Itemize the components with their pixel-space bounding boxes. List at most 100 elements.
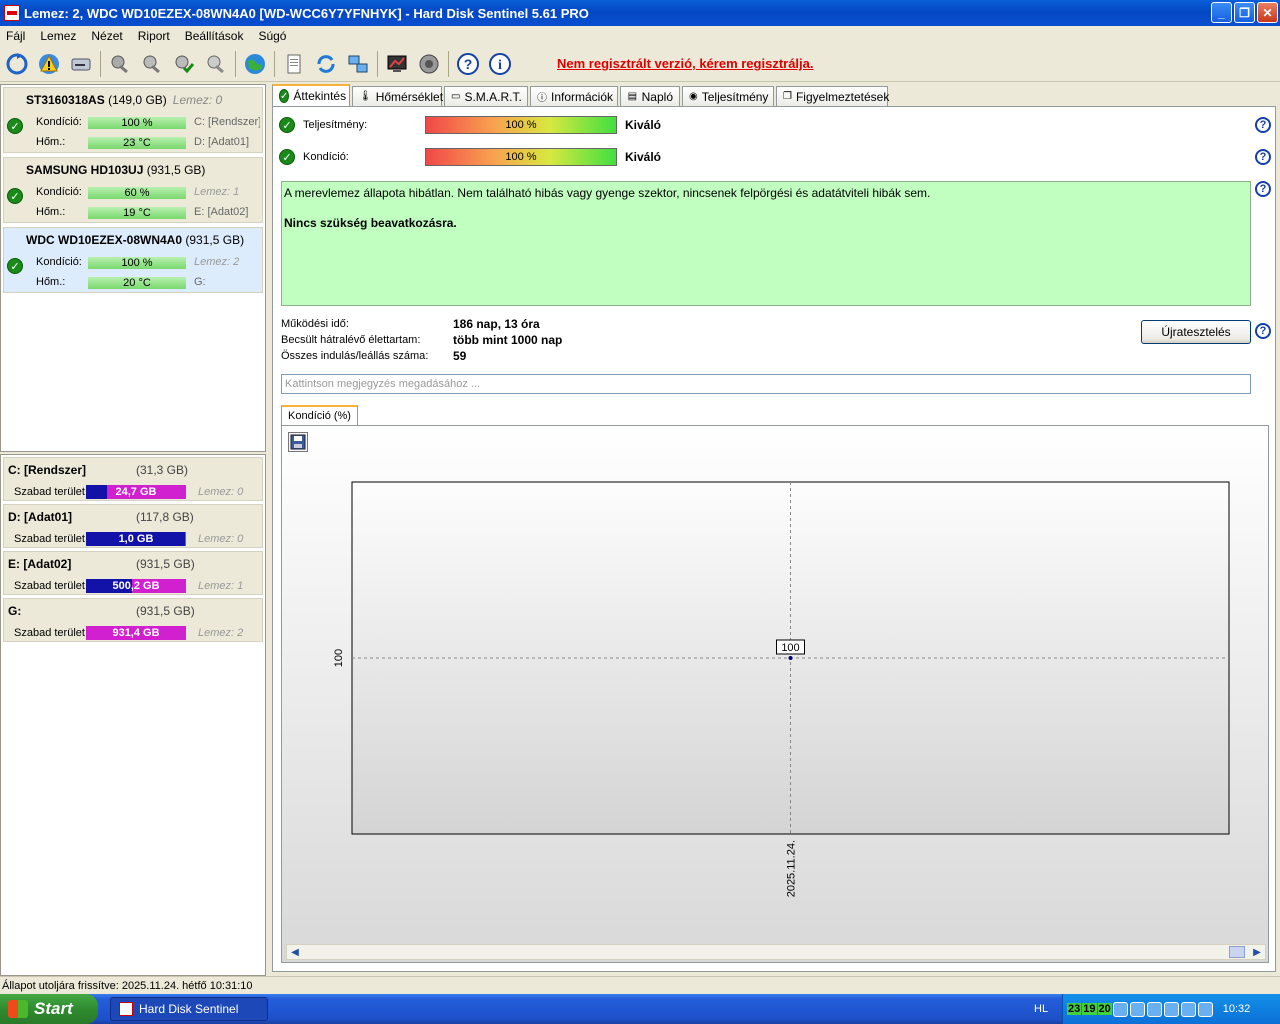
free-space-label: Szabad terület [14,533,85,545]
status-message: A merevlemez állapota hibátlan. Nem talá… [284,186,931,200]
menu-disk[interactable]: Lemez [40,29,76,43]
condition-bar: 100 % [88,117,186,129]
temp-label: Hőm.: [36,276,66,288]
tab-information[interactable]: ⓘ Információk [530,86,618,106]
app-icon[interactable] [4,5,20,21]
performance-rating: Kiváló [625,118,662,132]
disk-index: Lemez: 2 [194,256,240,268]
scroll-right-icon[interactable]: ▶ [1249,945,1265,959]
monitor-icon[interactable] [384,51,410,77]
disk-item-selected[interactable]: WDC WD10EZEX-08WN4A0 (931,5 GB) ✓ Kondíc… [3,227,263,293]
menu-settings[interactable]: Beállítások [185,29,244,43]
uptime-label: Működési idő: [281,318,349,330]
tab-log[interactable]: ▤ Napló [620,86,680,106]
tab-alerts[interactable]: ❐ Figyelmeztetések [776,86,889,106]
disk-test-icon[interactable] [107,51,133,77]
tray-update-icon[interactable] [1163,1001,1179,1017]
sound-icon[interactable] [416,51,442,77]
free-space-label: Szabad terület [14,486,85,498]
title-bar: Lemez: 2, WDC WD10EZEX-08WN4A0 [WD-WCC6Y… [0,0,1280,26]
menu-report[interactable]: Riport [138,29,170,43]
volume-name: D: [Adat01] [8,510,73,524]
tab-temperature[interactable]: 🌡 Hőmérséklet [352,86,443,106]
tray-temp-disk1[interactable]: 19 [1082,1003,1097,1015]
volume-disk-index: Lemez: 0 [198,486,244,498]
network-icon[interactable] [345,51,371,77]
toolbar-separator [377,50,378,77]
drive-icon[interactable] [68,51,94,77]
alert-icon[interactable] [36,51,62,77]
tray-sync-icon[interactable] [1112,1001,1128,1017]
start-button[interactable]: Start [0,994,98,1024]
menu-view[interactable]: Nézet [91,29,122,43]
tray-network-icon[interactable] [1146,1001,1162,1017]
help-icon[interactable]: ? [1255,117,1271,133]
scroll-left-icon[interactable]: ◀ [287,945,303,959]
disk-item[interactable]: SAMSUNG HD103UJ (931,5 GB) ✓ Kondíció: 6… [3,157,263,223]
close-button[interactable]: ✕ [1257,2,1278,23]
uptime-value: 186 nap, 13 óra [453,317,540,331]
disk-name: WDC WD10EZEX-08WN4A0 (931,5 GB) [26,233,245,247]
toolbar: ? i Nem regisztrált verzió, kérem regisz… [0,46,1280,82]
verify-icon[interactable] [171,51,197,77]
tray-temp-disk0[interactable]: 23 [1067,1003,1082,1015]
performance-row: ✓ Teljesítmény: [279,117,367,133]
taskbar-app-hard-disk-sentinel[interactable]: Hard Disk Sentinel [110,997,268,1021]
scroll-thumb[interactable] [1229,946,1245,958]
menu-file[interactable]: Fájl [6,29,25,43]
chart-horizontal-scrollbar[interactable]: ◀ ▶ [286,944,1266,960]
tray-monitor-icon[interactable] [1180,1001,1196,1017]
tab-performance[interactable]: ◉ Teljesítmény [682,86,774,106]
app-icon [119,1002,133,1016]
tab-smart[interactable]: ▭ S.M.A.R.T. [444,86,528,106]
temp-label: Hőm.: [36,136,66,148]
condition-chart: 100 100 2025.11.24. [333,481,1230,897]
data-label: 100 [781,642,799,654]
disk-volumes: G: [194,276,206,288]
condition-label: Kondíció: [36,116,82,128]
disk-item[interactable]: ST3160318AS (149,0 GB) Lemez: 0 ✓ Kondíci… [3,87,263,153]
tab-condition-chart[interactable]: Kondíció (%) [281,405,358,425]
note-input[interactable]: Kattintson megjegyzés megadásához ... [281,374,1251,394]
retest-button[interactable]: Újratesztelés [1141,320,1251,344]
minimize-button[interactable]: _ [1211,2,1232,23]
condition-rating: Kiváló [625,150,662,164]
tab-overview[interactable]: ✓ Áttekintés [272,84,350,106]
condition-chart-frame: 100 100 2025.11.24. ◀ ▶ [281,425,1269,963]
help-icon[interactable]: ? [1255,323,1271,339]
help-icon[interactable]: ? [1255,181,1271,197]
volume-item[interactable]: G: (931,5 GB) Szabad terület 931,4 GB Le… [3,598,263,642]
info-icon[interactable]: i [487,51,513,77]
volume-name: G: [8,604,22,618]
toolbar-separator [100,50,101,77]
tray-sound-icon[interactable] [1129,1001,1145,1017]
condition-label: Kondíció: [36,186,82,198]
volume-item[interactable]: C: [Rendszer] (31,3 GB) Szabad terület 2… [3,457,263,501]
disk-list: ST3160318AS (149,0 GB) Lemez: 0 ✓ Kondíci… [0,84,266,452]
free-space-label: Szabad terület [14,627,85,639]
globe-icon[interactable] [242,51,268,77]
tray-temp-disk2[interactable]: 20 [1097,1003,1112,1015]
maximize-button[interactable]: ❐ [1234,2,1255,23]
help-icon[interactable]: ? [455,51,481,77]
tools-icon[interactable] [203,51,229,77]
toolbar-separator [274,50,275,77]
taskbar: Start Hard Disk Sentinel HL 23 19 20 10:… [0,994,1280,1024]
language-indicator[interactable]: HL [1034,1003,1048,1015]
check-icon: ✓ [279,89,290,103]
volume-item[interactable]: E: [Adat02] (931,5 GB) Szabad terület 50… [3,551,263,595]
data-point [788,656,793,660]
help-icon[interactable]: ? [1255,149,1271,165]
volume-item[interactable]: D: [Adat01] (117,8 GB) Szabad terület 1,… [3,504,263,548]
status-recommendation: Nincs szükség beavatkozásra. [284,216,457,230]
report-icon[interactable] [281,51,307,77]
menu-help[interactable]: Súgó [258,29,286,43]
tray-wireless-icon[interactable] [1197,1001,1213,1017]
sync-icon[interactable] [313,51,339,77]
refresh-icon[interactable] [4,51,30,77]
status-message-box: A merevlemez állapota hibátlan. Nem talá… [281,181,1251,306]
volume-size: (931,5 GB) [136,604,195,618]
surface-test-icon[interactable] [139,51,165,77]
registration-warning-link[interactable]: Nem regisztrált verzió, kérem regisztrál… [557,56,814,71]
lifetime-value: több mint 1000 nap [453,333,563,347]
